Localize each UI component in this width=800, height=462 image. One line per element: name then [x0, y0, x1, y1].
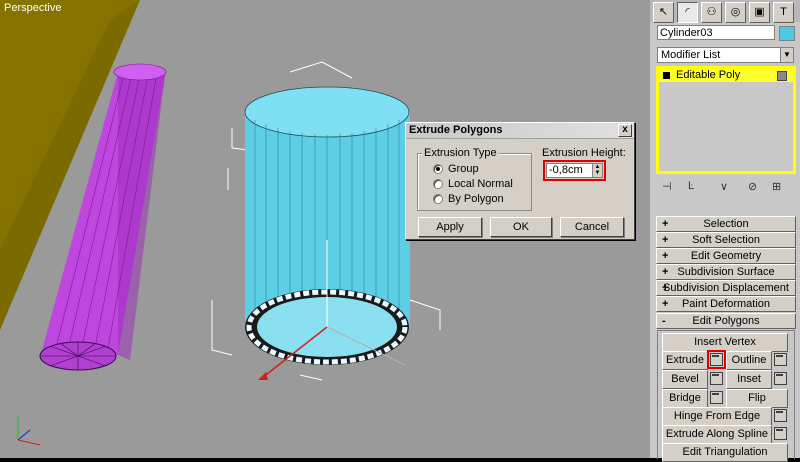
modify-tab-icon[interactable]: ◜ [677, 2, 698, 23]
rollout-edit-polygons[interactable]: - Edit Polygons [656, 313, 796, 329]
insert-vertex-button[interactable]: Insert Vertex [662, 333, 788, 352]
radio-icon [433, 194, 443, 204]
utilities-tab-icon[interactable]: T [773, 2, 794, 23]
hierarchy-tab-icon[interactable]: ⚇ [701, 2, 722, 23]
create-tab-icon[interactable]: ↖ [653, 2, 674, 23]
inset-settings-icon[interactable] [774, 372, 787, 385]
object-name-field[interactable]: Cylinder03 [657, 25, 775, 40]
bevel-button[interactable]: Bevel [662, 370, 708, 389]
remove-modifier-icon[interactable]: ⊘ [748, 180, 757, 193]
command-panel-tabs: ↖ ◜ ⚇ ◎ ▣ T [650, 0, 800, 23]
pin-stack-icon[interactable]: ⊣ [662, 180, 672, 193]
extrusion-type-label: Extrusion Type [422, 147, 499, 159]
flip-button[interactable]: Flip [726, 389, 788, 408]
modifier-list-label: Modifier List [661, 49, 721, 61]
outline-settings-icon[interactable] [774, 353, 787, 366]
motion-tab-icon[interactable]: ◎ [725, 2, 746, 23]
radio-icon [433, 179, 443, 189]
axis-tripod [17, 415, 41, 446]
extrude-polygons-dialog: Extrude Polygons x Extrusion Type Group … [405, 122, 635, 240]
display-tab-icon[interactable]: ▣ [749, 2, 770, 23]
dialog-title: Extrude Polygons [409, 124, 503, 136]
apply-button[interactable]: Apply [418, 217, 482, 237]
hinge-settings-icon[interactable] [774, 409, 787, 422]
spinner-arrows-icon[interactable]: ▲ ▼ [592, 164, 602, 177]
rollout-subdivision-displacement[interactable]: + Subdivision Displacement [656, 280, 796, 296]
radio-group[interactable]: Group [433, 163, 479, 175]
stack-item-editable-poly[interactable]: Editable Poly [659, 69, 793, 82]
make-unique-icon[interactable]: ∨ [720, 180, 728, 193]
expand-icon[interactable] [663, 72, 670, 79]
extrude-settings-icon[interactable] [707, 350, 726, 369]
configure-sets-icon[interactable]: ⊞ [772, 180, 781, 193]
radio-label: Group [448, 163, 479, 175]
radio-selected-icon [433, 164, 443, 174]
extrusion-height-spinner[interactable]: -0,8cm ▲ ▼ [543, 160, 606, 181]
stack-toolbar: ⊣ Ŀ ∨ ⊘ ⊞ [660, 180, 790, 194]
outline-button[interactable]: Outline [726, 351, 772, 370]
rollout-paint-deformation[interactable]: + Paint Deformation [656, 296, 796, 312]
bridge-settings-icon[interactable] [710, 391, 723, 404]
show-end-result-icon[interactable]: Ŀ [688, 180, 694, 192]
rollout-soft-selection[interactable]: + Soft Selection [656, 232, 796, 248]
toggle-icon[interactable] [777, 71, 787, 81]
cancel-button[interactable]: Cancel [560, 217, 624, 237]
extrude-along-spline-settings-icon[interactable] [774, 427, 787, 440]
extrusion-height-label: Extrusion Height: [542, 147, 626, 159]
radio-label: Local Normal [448, 178, 513, 190]
extrude-along-spline-button[interactable]: Extrude Along Spline [662, 425, 772, 444]
radio-label: By Polygon [448, 193, 504, 205]
edit-triangulation-button[interactable]: Edit Triangulation [662, 443, 788, 462]
close-icon[interactable]: x [618, 124, 632, 137]
stack-item-label: Editable Poly [676, 69, 741, 81]
rollout-edit-geometry[interactable]: + Edit Geometry [656, 248, 796, 264]
hinge-from-edge-button[interactable]: Hinge From Edge [662, 407, 772, 426]
dialog-titlebar[interactable]: Extrude Polygons x [406, 123, 634, 139]
cyan-cylinder [244, 86, 410, 365]
object-color-swatch[interactable] [779, 26, 795, 41]
ok-button[interactable]: OK [490, 217, 552, 237]
bridge-button[interactable]: Bridge [662, 389, 708, 408]
radio-by-polygon[interactable]: By Polygon [433, 193, 504, 205]
viewport-label[interactable]: Perspective [4, 2, 61, 14]
rollout-subdivision-surface[interactable]: + Subdivision Surface [656, 264, 796, 280]
radio-local-normal[interactable]: Local Normal [433, 178, 513, 190]
extrude-button[interactable]: Extrude [662, 351, 708, 370]
chevron-down-icon[interactable]: ▼ [780, 48, 793, 62]
modifier-stack: Editable Poly [656, 66, 796, 174]
rollout-selection[interactable]: + Selection [656, 216, 796, 232]
bevel-settings-icon[interactable] [710, 372, 723, 385]
extrusion-height-value[interactable]: -0,8cm [549, 164, 583, 177]
inset-button[interactable]: Inset [726, 370, 772, 389]
modifier-list-dropdown[interactable]: Modifier List ▼ [657, 47, 794, 63]
